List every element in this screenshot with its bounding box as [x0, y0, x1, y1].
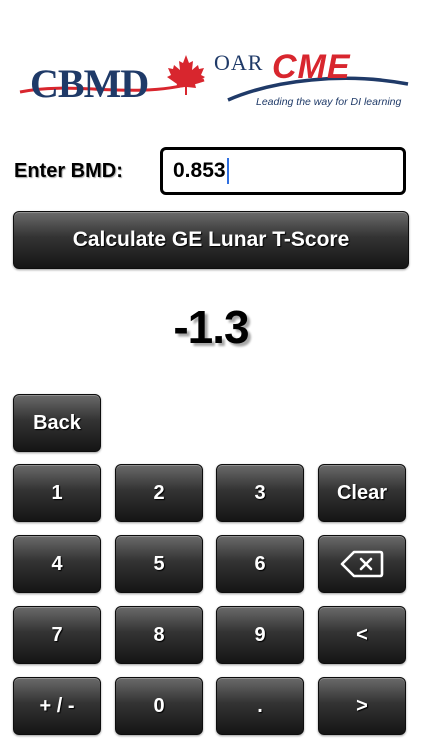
bmd-input-value: 0.853 — [173, 159, 226, 182]
decimal-button[interactable]: . — [216, 677, 304, 735]
calculate-button-label: Calculate GE Lunar T-Score — [72, 228, 350, 251]
key-label: Clear — [336, 481, 388, 504]
back-button[interactable]: Back — [13, 394, 101, 452]
calculate-button[interactable]: Calculate GE Lunar T-Score — [13, 211, 409, 269]
plus-minus-button[interactable]: + / - — [13, 677, 101, 735]
key-9[interactable]: 9 — [216, 606, 304, 664]
key-4[interactable]: 4 — [13, 535, 101, 593]
text-caret — [226, 158, 229, 184]
bmd-input[interactable]: 0.853 — [160, 147, 406, 195]
cbmd-logo: CBMD — [18, 50, 210, 110]
backspace-icon — [340, 550, 384, 578]
back-button-label: Back — [33, 411, 81, 434]
oarcme-logo: OAR CME Leading the way for DI learning — [214, 50, 410, 112]
key-label: < — [356, 623, 368, 646]
cme-logo-text: CME — [272, 48, 351, 86]
key-2[interactable]: 2 — [115, 464, 203, 522]
key-5[interactable]: 5 — [115, 535, 203, 593]
cursor-right-button[interactable]: > — [318, 677, 406, 735]
key-8[interactable]: 8 — [115, 606, 203, 664]
key-label: 4 — [51, 552, 63, 575]
key-0[interactable]: 0 — [115, 677, 203, 735]
key-label: > — [356, 694, 368, 717]
key-label: 2 — [153, 481, 165, 504]
maple-leaf-icon — [167, 55, 205, 95]
clear-button[interactable]: Clear — [318, 464, 406, 522]
key-label: . — [257, 694, 263, 717]
key-3[interactable]: 3 — [216, 464, 304, 522]
key-7[interactable]: 7 — [13, 606, 101, 664]
key-label: 7 — [51, 623, 63, 646]
key-label: 9 — [254, 623, 266, 646]
t-score-result: -1.3 — [173, 301, 249, 353]
key-6[interactable]: 6 — [216, 535, 304, 593]
key-label: 3 — [254, 481, 266, 504]
backspace-button[interactable] — [318, 535, 406, 593]
key-1[interactable]: 1 — [13, 464, 101, 522]
cbmd-logo-text: CBMD — [30, 61, 149, 106]
key-label: 1 — [51, 481, 63, 504]
key-label: 5 — [153, 552, 165, 575]
key-label: 6 — [254, 552, 266, 575]
oarcme-tagline: Leading the way for DI learning — [256, 96, 402, 108]
key-label: 8 — [153, 623, 165, 646]
key-label: + / - — [39, 694, 75, 717]
key-label: 0 — [153, 694, 165, 717]
cursor-left-button[interactable]: < — [318, 606, 406, 664]
bmd-label: Enter BMD: — [14, 160, 123, 182]
